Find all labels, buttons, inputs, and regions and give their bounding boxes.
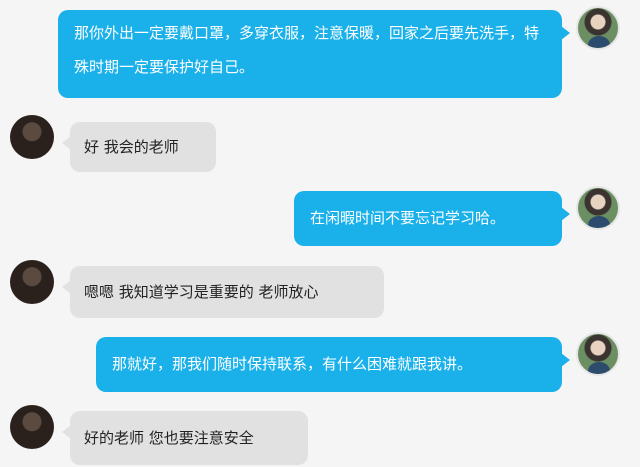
avatar-teacher[interactable] — [576, 6, 620, 50]
message-bubble-outgoing[interactable]: 那就好，那我们随时保持联系，有什么困难就跟我讲。 — [96, 337, 570, 392]
message-bubble-incoming[interactable]: 好的老师 您也要注意安全 — [62, 411, 308, 465]
avatar-student[interactable] — [10, 115, 54, 159]
avatar-teacher[interactable] — [576, 332, 620, 376]
avatar-student[interactable] — [10, 405, 54, 449]
message-bubble-outgoing[interactable]: 那你外出一定要戴口罩，多穿衣服，注意保暖，回家之后要先洗手，特殊时期一定要保护好… — [58, 10, 570, 98]
avatar-student[interactable] — [10, 260, 54, 304]
message-bubble-outgoing[interactable]: 在闲暇时间不要忘记学习哈。 — [294, 191, 570, 246]
message-bubble-incoming[interactable]: 好 我会的老师 — [62, 122, 216, 172]
message-bubble-incoming[interactable]: 嗯嗯 我知道学习是重要的 老师放心 — [62, 266, 384, 318]
avatar-teacher[interactable] — [576, 186, 620, 230]
